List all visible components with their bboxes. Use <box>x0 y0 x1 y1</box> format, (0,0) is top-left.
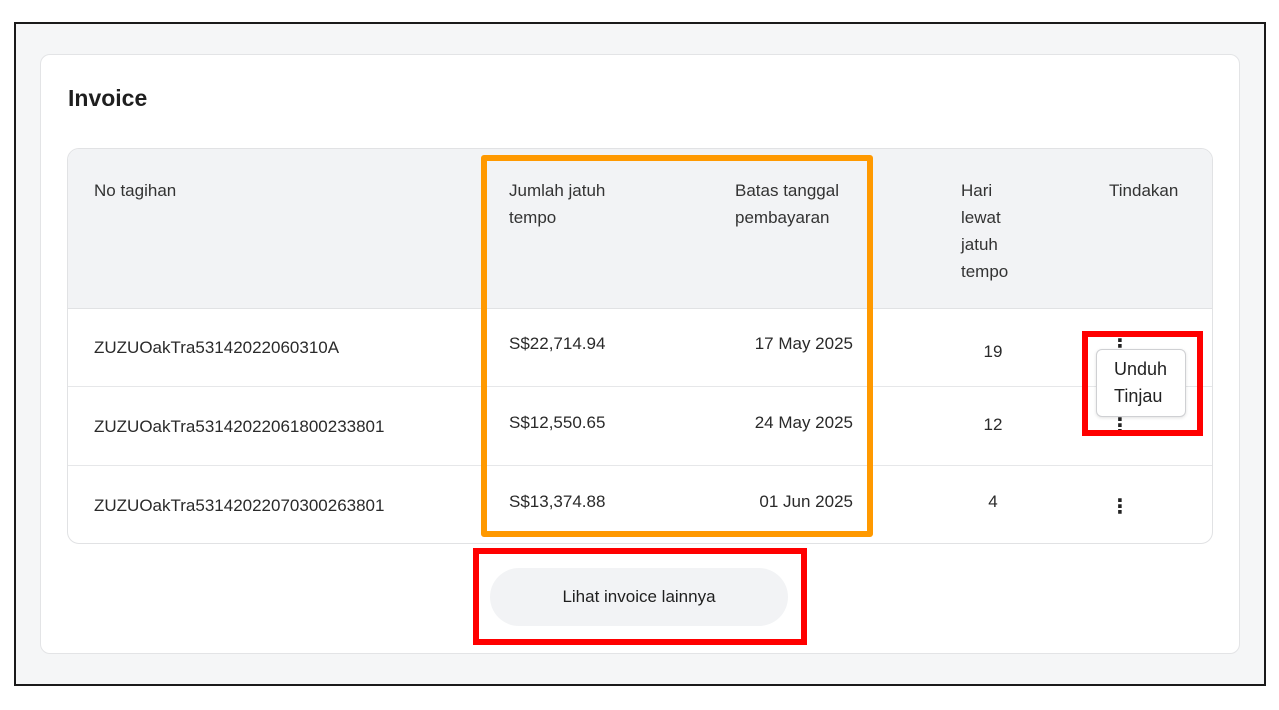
days-overdue: 19 <box>983 342 1003 361</box>
menu-item-unduh[interactable]: Unduh <box>1097 356 1185 383</box>
due-date: 17 May 2025 <box>754 334 853 353</box>
invoice-number: ZUZUOakTra53142022070300263801 <box>94 496 385 515</box>
header-tindakan: Tindakan <box>1109 181 1179 200</box>
table-header: No tagihan Jumlah jatuh tempo Batas tang… <box>68 149 1212 309</box>
view-more-invoices-button[interactable]: Lihat invoice lainnya <box>490 568 788 626</box>
invoice-number: ZUZUOakTra53142022060310A <box>94 338 340 357</box>
days-overdue: 12 <box>983 415 1003 434</box>
days-overdue: 4 <box>988 492 998 511</box>
header-jumlah-jatuh-tempo: Jumlah jatuh tempo <box>509 181 606 227</box>
header-no-tagihan: No tagihan <box>94 181 177 200</box>
row-action-menu: Unduh Tinjau <box>1096 349 1186 417</box>
header-batas-tanggal: Batas tanggal pembayaran <box>735 181 839 227</box>
card-title: Invoice <box>68 85 148 111</box>
invoice-table: No tagihan Jumlah jatuh tempo Batas tang… <box>67 148 1213 544</box>
amount-due: S$13,374.88 <box>509 492 606 511</box>
invoice-card: Invoice No tagihan Jumlah jatuh tempo Ba… <box>40 54 1240 654</box>
kebab-vertical-icon[interactable]: ⋮ <box>1108 414 1132 438</box>
kebab-vertical-icon[interactable]: ⋮ <box>1108 495 1132 519</box>
amount-due: S$12,550.65 <box>509 413 606 432</box>
invoice-number: ZUZUOakTra53142022061800233801 <box>94 417 385 436</box>
menu-item-tinjau[interactable]: Tinjau <box>1097 383 1185 410</box>
table-row: ZUZUOakTra53142022060310A S$22,714.94 17… <box>68 309 1212 387</box>
table-row: ZUZUOakTra53142022070300263801 S$13,374.… <box>68 467 1212 543</box>
due-date: 01 Jun 2025 <box>759 492 853 511</box>
header-hari-lewat: Hari lewat jatuh tempo <box>961 181 1009 281</box>
amount-due: S$22,714.94 <box>509 334 606 353</box>
due-date: 24 May 2025 <box>754 413 853 432</box>
table-row: ZUZUOakTra53142022061800233801 S$12,550.… <box>68 388 1212 466</box>
